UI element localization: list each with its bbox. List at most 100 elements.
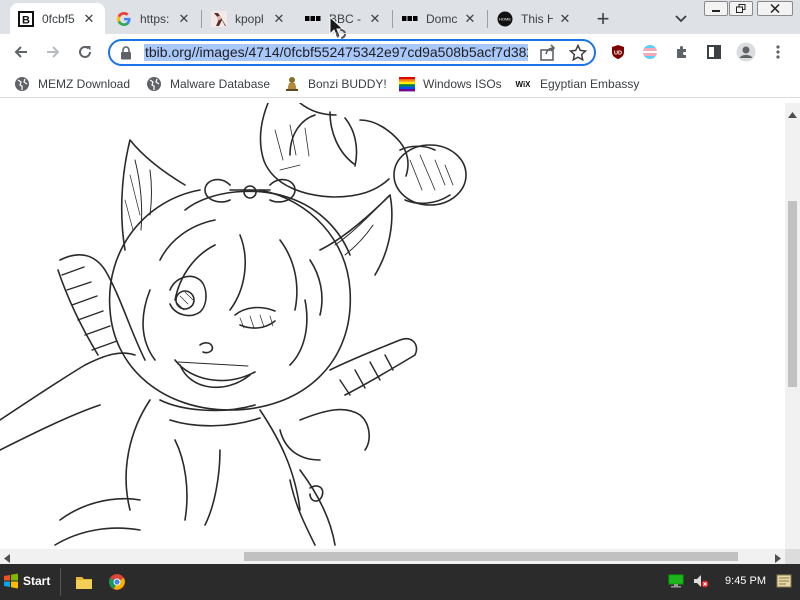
- tab-title: https:: [140, 11, 170, 26]
- close-icon: [770, 4, 780, 13]
- kebab-menu-icon: [776, 45, 780, 59]
- close-tab-icon[interactable]: ✕: [367, 11, 383, 27]
- taskbar: Start 9:45 PM: [0, 564, 800, 600]
- address-bar[interactable]: tbib.org//images/4714/0fcbf552475342e97c…: [108, 39, 596, 66]
- tab-title: Domc: [426, 11, 458, 26]
- mouse-cursor: [329, 15, 351, 45]
- url-text[interactable]: tbib.org//images/4714/0fcbf552475342e97c…: [144, 44, 528, 61]
- volume-muted-icon[interactable]: [693, 574, 709, 591]
- vertical-scroll-thumb[interactable]: [788, 201, 797, 387]
- scroll-up-arrow-icon[interactable]: [788, 107, 797, 121]
- menu-button[interactable]: [764, 38, 792, 66]
- svg-text:UD: UD: [614, 51, 622, 57]
- close-window-button[interactable]: [757, 1, 793, 16]
- tab-kpopl[interactable]: kpopl ✕: [203, 3, 295, 34]
- circle-logo-icon: HOME: [497, 11, 513, 27]
- bookmark-label: Windows ISOs: [423, 77, 502, 91]
- scroll-corner: [785, 549, 800, 564]
- kpop-avatar-icon: [211, 10, 227, 27]
- start-button[interactable]: Start: [0, 567, 52, 595]
- forward-button[interactable]: [39, 38, 67, 66]
- network-icon[interactable]: [668, 574, 684, 591]
- share-icon[interactable]: [539, 44, 557, 65]
- side-panel-button[interactable]: [700, 38, 728, 66]
- b-logo-icon: B: [18, 10, 34, 27]
- profile-button[interactable]: [732, 38, 760, 66]
- bookmark-label: Bonzi BUDDY!: [308, 77, 387, 91]
- tab-title: 0fcbf5: [42, 11, 75, 26]
- bookmark-egyptian-embassy[interactable]: WiX Egyptian Embassy: [514, 75, 639, 93]
- close-tab-icon[interactable]: ✕: [176, 11, 192, 27]
- taskbar-separator: [60, 568, 61, 596]
- lock-icon[interactable]: [120, 46, 132, 63]
- bookmark-malware-database[interactable]: Malware Database: [146, 75, 270, 93]
- bookmark-star-icon[interactable]: [568, 43, 588, 65]
- folder-icon: [76, 577, 92, 589]
- extensions-button[interactable]: [668, 38, 696, 66]
- close-tab-icon[interactable]: ✕: [81, 11, 97, 27]
- globe-icon: [14, 76, 30, 92]
- bookmark-memz-download[interactable]: MEMZ Download: [14, 75, 130, 93]
- chrome-taskbar-button[interactable]: [105, 570, 129, 594]
- minimize-button[interactable]: [704, 1, 728, 16]
- tab-search-button[interactable]: [668, 3, 694, 34]
- chevron-down-icon: [675, 14, 687, 22]
- tab-this[interactable]: HOME This H ✕: [489, 3, 581, 34]
- anime-sketch-image: [0, 103, 467, 546]
- back-button[interactable]: [7, 38, 35, 66]
- google-icon: [116, 11, 132, 27]
- close-tab-icon[interactable]: ✕: [462, 11, 478, 27]
- bookmark-label: Malware Database: [170, 77, 271, 91]
- bbc-icon: [305, 11, 321, 27]
- rainbow-flag-icon: [399, 76, 415, 92]
- ublock-icon: UD: [612, 45, 624, 59]
- tab-title: kpopl: [235, 11, 264, 26]
- arrow-right-icon: [47, 46, 60, 58]
- minimize-icon: [712, 9, 720, 12]
- bookmark-label: Egyptian Embassy: [540, 77, 640, 91]
- tab-0fcbf5[interactable]: B 0fcbf5 ✕: [10, 3, 105, 34]
- close-tab-icon[interactable]: ✕: [557, 11, 573, 27]
- trans-heart-icon: [643, 45, 657, 59]
- svg-text:B: B: [22, 14, 30, 26]
- new-tab-button[interactable]: +: [590, 3, 616, 34]
- close-tab-icon[interactable]: ✕: [271, 11, 287, 27]
- avatar-icon: [736, 42, 756, 62]
- wix-icon: WiX: [515, 79, 531, 89]
- restore-button[interactable]: [729, 1, 753, 16]
- ublock-extension[interactable]: UD: [604, 38, 632, 66]
- svg-text:HOME: HOME: [499, 16, 511, 21]
- tab-title: This H: [521, 11, 553, 26]
- tab-domc[interactable]: Domc ✕: [394, 3, 486, 34]
- tab-strip: B 0fcbf5 ✕ https: ✕ kpopl ✕ BBC - ✕ Domc…: [0, 0, 800, 34]
- bookmark-bonzi-buddy[interactable]: Bonzi BUDDY!: [284, 75, 387, 93]
- start-label: Start: [23, 574, 51, 588]
- side-panel-icon: [707, 45, 721, 59]
- bonzi-icon: [284, 76, 300, 92]
- reload-icon: [79, 45, 91, 58]
- reload-button[interactable]: [71, 38, 99, 66]
- horizontal-scrollbar[interactable]: [0, 549, 800, 564]
- restore-icon: [736, 4, 746, 13]
- arrow-left-icon: [14, 46, 27, 58]
- show-desktop-button[interactable]: [776, 574, 792, 591]
- page-content: [0, 103, 785, 550]
- tab-separator: [487, 10, 488, 28]
- notes-icon: [776, 574, 792, 588]
- clock[interactable]: 9:45 PM: [718, 575, 773, 587]
- vertical-scrollbar[interactable]: [785, 103, 800, 550]
- chrome-icon: [109, 574, 125, 590]
- trans-flag-extension[interactable]: [636, 38, 664, 66]
- windows-logo-icon: [4, 573, 18, 589]
- bookmarks-bar: MEMZ Download Malware Database Bonzi BUD…: [0, 70, 800, 98]
- bbc-icon: [402, 11, 418, 27]
- bookmark-label: MEMZ Download: [38, 77, 131, 91]
- puzzle-icon: [677, 46, 686, 58]
- tab-https[interactable]: https: ✕: [108, 3, 200, 34]
- globe-icon: [146, 76, 162, 92]
- bookmark-windows-isos[interactable]: Windows ISOs: [399, 75, 502, 93]
- file-explorer-taskbar-button[interactable]: [72, 570, 96, 594]
- tab-separator: [201, 10, 202, 28]
- tab-separator: [392, 10, 393, 28]
- horizontal-scroll-thumb[interactable]: [244, 552, 738, 561]
